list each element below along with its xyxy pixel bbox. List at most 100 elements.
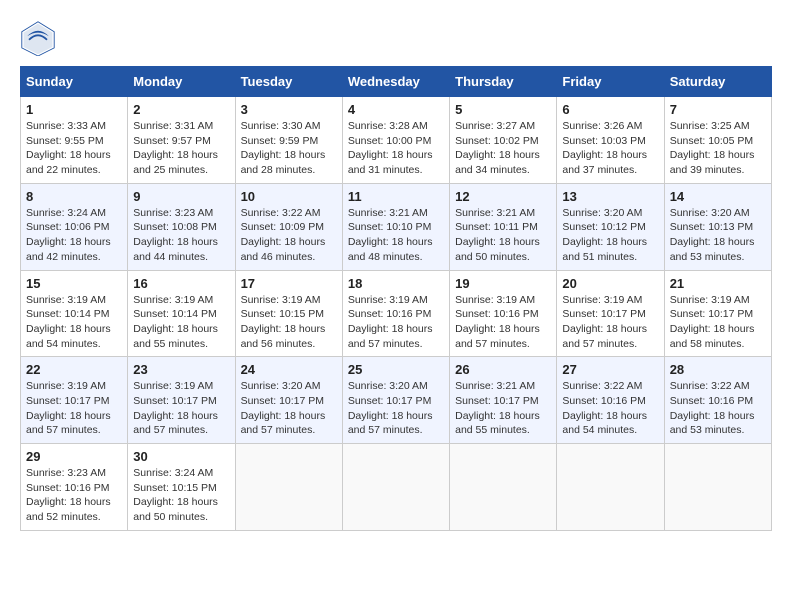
calendar-cell: 7 Sunrise: 3:25 AMSunset: 10:05 PMDaylig… [664,97,771,184]
calendar-week-4: 22 Sunrise: 3:19 AMSunset: 10:17 PMDayli… [21,357,772,444]
day-info: Sunrise: 3:23 AMSunset: 10:16 PMDaylight… [26,466,122,525]
day-number: 4 [348,102,444,117]
calendar-week-1: 1 Sunrise: 3:33 AMSunset: 9:55 PMDayligh… [21,97,772,184]
day-info: Sunrise: 3:19 AMSunset: 10:14 PMDaylight… [26,293,122,352]
day-number: 5 [455,102,551,117]
calendar-cell: 10 Sunrise: 3:22 AMSunset: 10:09 PMDayli… [235,183,342,270]
day-number: 15 [26,276,122,291]
calendar-table: SundayMondayTuesdayWednesdayThursdayFrid… [20,66,772,531]
day-info: Sunrise: 3:22 AMSunset: 10:16 PMDaylight… [670,379,766,438]
day-number: 2 [133,102,229,117]
day-info: Sunrise: 3:33 AMSunset: 9:55 PMDaylight:… [26,119,122,178]
calendar-cell: 9 Sunrise: 3:23 AMSunset: 10:08 PMDaylig… [128,183,235,270]
calendar-week-5: 29 Sunrise: 3:23 AMSunset: 10:16 PMDayli… [21,444,772,531]
calendar-cell: 5 Sunrise: 3:27 AMSunset: 10:02 PMDaylig… [450,97,557,184]
day-number: 19 [455,276,551,291]
calendar-cell: 29 Sunrise: 3:23 AMSunset: 10:16 PMDayli… [21,444,128,531]
day-number: 23 [133,362,229,377]
weekday-header-friday: Friday [557,67,664,97]
calendar-cell: 20 Sunrise: 3:19 AMSunset: 10:17 PMDayli… [557,270,664,357]
day-number: 18 [348,276,444,291]
day-number: 24 [241,362,337,377]
day-number: 26 [455,362,551,377]
calendar-cell: 22 Sunrise: 3:19 AMSunset: 10:17 PMDayli… [21,357,128,444]
day-number: 30 [133,449,229,464]
calendar-cell: 27 Sunrise: 3:22 AMSunset: 10:16 PMDayli… [557,357,664,444]
day-number: 16 [133,276,229,291]
day-info: Sunrise: 3:20 AMSunset: 10:17 PMDaylight… [241,379,337,438]
calendar-cell: 21 Sunrise: 3:19 AMSunset: 10:17 PMDayli… [664,270,771,357]
day-number: 8 [26,189,122,204]
day-number: 9 [133,189,229,204]
calendar-body: 1 Sunrise: 3:33 AMSunset: 9:55 PMDayligh… [21,97,772,531]
calendar-cell: 2 Sunrise: 3:31 AMSunset: 9:57 PMDayligh… [128,97,235,184]
day-info: Sunrise: 3:30 AMSunset: 9:59 PMDaylight:… [241,119,337,178]
calendar-cell: 28 Sunrise: 3:22 AMSunset: 10:16 PMDayli… [664,357,771,444]
day-number: 12 [455,189,551,204]
day-number: 28 [670,362,766,377]
calendar-cell: 12 Sunrise: 3:21 AMSunset: 10:11 PMDayli… [450,183,557,270]
day-number: 1 [26,102,122,117]
calendar-cell: 26 Sunrise: 3:21 AMSunset: 10:17 PMDayli… [450,357,557,444]
day-number: 21 [670,276,766,291]
calendar-cell: 24 Sunrise: 3:20 AMSunset: 10:17 PMDayli… [235,357,342,444]
day-number: 22 [26,362,122,377]
weekday-header-saturday: Saturday [664,67,771,97]
day-number: 10 [241,189,337,204]
day-info: Sunrise: 3:28 AMSunset: 10:00 PMDaylight… [348,119,444,178]
day-number: 13 [562,189,658,204]
day-info: Sunrise: 3:27 AMSunset: 10:02 PMDaylight… [455,119,551,178]
calendar-cell [342,444,449,531]
day-info: Sunrise: 3:21 AMSunset: 10:10 PMDaylight… [348,206,444,265]
calendar-cell: 25 Sunrise: 3:20 AMSunset: 10:17 PMDayli… [342,357,449,444]
calendar-cell: 14 Sunrise: 3:20 AMSunset: 10:13 PMDayli… [664,183,771,270]
calendar-week-3: 15 Sunrise: 3:19 AMSunset: 10:14 PMDayli… [21,270,772,357]
calendar-cell [235,444,342,531]
day-info: Sunrise: 3:20 AMSunset: 10:17 PMDaylight… [348,379,444,438]
weekday-header-thursday: Thursday [450,67,557,97]
calendar-week-2: 8 Sunrise: 3:24 AMSunset: 10:06 PMDaylig… [21,183,772,270]
day-info: Sunrise: 3:21 AMSunset: 10:17 PMDaylight… [455,379,551,438]
day-number: 14 [670,189,766,204]
day-info: Sunrise: 3:19 AMSunset: 10:17 PMDaylight… [562,293,658,352]
calendar-cell: 23 Sunrise: 3:19 AMSunset: 10:17 PMDayli… [128,357,235,444]
day-number: 11 [348,189,444,204]
day-info: Sunrise: 3:24 AMSunset: 10:06 PMDaylight… [26,206,122,265]
calendar-cell: 11 Sunrise: 3:21 AMSunset: 10:10 PMDayli… [342,183,449,270]
day-info: Sunrise: 3:20 AMSunset: 10:13 PMDaylight… [670,206,766,265]
day-info: Sunrise: 3:19 AMSunset: 10:15 PMDaylight… [241,293,337,352]
day-info: Sunrise: 3:26 AMSunset: 10:03 PMDaylight… [562,119,658,178]
day-info: Sunrise: 3:19 AMSunset: 10:14 PMDaylight… [133,293,229,352]
calendar-cell: 17 Sunrise: 3:19 AMSunset: 10:15 PMDayli… [235,270,342,357]
day-number: 25 [348,362,444,377]
logo-icon [20,20,56,56]
page-header [20,20,772,56]
calendar-cell: 30 Sunrise: 3:24 AMSunset: 10:15 PMDayli… [128,444,235,531]
day-info: Sunrise: 3:22 AMSunset: 10:16 PMDaylight… [562,379,658,438]
calendar-cell: 1 Sunrise: 3:33 AMSunset: 9:55 PMDayligh… [21,97,128,184]
day-info: Sunrise: 3:19 AMSunset: 10:17 PMDaylight… [670,293,766,352]
day-number: 17 [241,276,337,291]
day-number: 29 [26,449,122,464]
day-info: Sunrise: 3:23 AMSunset: 10:08 PMDaylight… [133,206,229,265]
calendar-cell [450,444,557,531]
weekday-header-monday: Monday [128,67,235,97]
day-info: Sunrise: 3:22 AMSunset: 10:09 PMDaylight… [241,206,337,265]
day-info: Sunrise: 3:25 AMSunset: 10:05 PMDaylight… [670,119,766,178]
day-info: Sunrise: 3:19 AMSunset: 10:16 PMDaylight… [348,293,444,352]
calendar-cell: 15 Sunrise: 3:19 AMSunset: 10:14 PMDayli… [21,270,128,357]
calendar-cell: 3 Sunrise: 3:30 AMSunset: 9:59 PMDayligh… [235,97,342,184]
day-info: Sunrise: 3:19 AMSunset: 10:17 PMDaylight… [133,379,229,438]
calendar-header: SundayMondayTuesdayWednesdayThursdayFrid… [21,67,772,97]
calendar-cell: 4 Sunrise: 3:28 AMSunset: 10:00 PMDaylig… [342,97,449,184]
day-number: 7 [670,102,766,117]
day-number: 6 [562,102,658,117]
day-number: 3 [241,102,337,117]
calendar-cell: 16 Sunrise: 3:19 AMSunset: 10:14 PMDayli… [128,270,235,357]
day-info: Sunrise: 3:21 AMSunset: 10:11 PMDaylight… [455,206,551,265]
calendar-cell [557,444,664,531]
calendar-cell: 19 Sunrise: 3:19 AMSunset: 10:16 PMDayli… [450,270,557,357]
calendar-cell: 8 Sunrise: 3:24 AMSunset: 10:06 PMDaylig… [21,183,128,270]
day-info: Sunrise: 3:19 AMSunset: 10:16 PMDaylight… [455,293,551,352]
weekday-row: SundayMondayTuesdayWednesdayThursdayFrid… [21,67,772,97]
